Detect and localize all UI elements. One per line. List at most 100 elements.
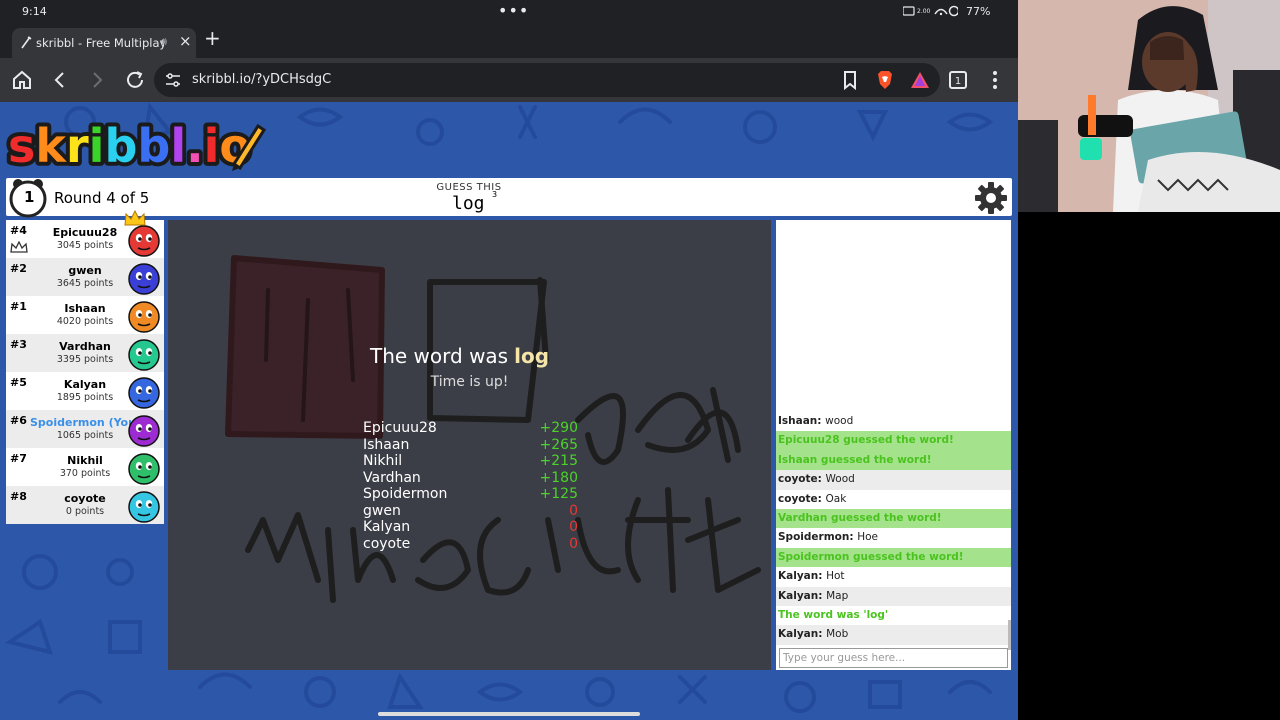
player-avatar bbox=[128, 263, 160, 295]
gesture-home-bar[interactable] bbox=[378, 712, 640, 716]
player-list: #4 Epicuuu28 3045 points #2 gwen 3645 points #… bbox=[6, 210, 164, 524]
chat-author: Ishaan bbox=[778, 415, 818, 427]
chat-text: Wood bbox=[825, 473, 855, 486]
new-tab-icon[interactable]: + bbox=[204, 26, 221, 50]
chat-message: Spoidermon guessed the word! bbox=[776, 547, 1011, 568]
close-tab-icon[interactable]: × bbox=[179, 32, 192, 50]
status-time: 9:14 bbox=[22, 5, 47, 18]
player-card[interactable]: #1 Ishaan 4020 points bbox=[6, 296, 164, 334]
player-rank: #6 bbox=[10, 414, 27, 427]
chat-text: The word was 'log' bbox=[778, 609, 889, 621]
round-end-overlay: The word was log Time is up! Epicuuu28 +29… bbox=[168, 220, 771, 670]
game-top-bar: 1 Round 4 of 5 GUESS THIS log 3 bbox=[6, 178, 1012, 218]
browser-toolbar: skribbl.io/?yDCHsdgC 1 bbox=[0, 58, 1018, 102]
player-name: Kalyan bbox=[63, 378, 107, 391]
tab-switcher-icon[interactable]: 1 bbox=[946, 68, 970, 92]
result-row: Ishaan +265 bbox=[363, 437, 578, 454]
address-bar[interactable]: skribbl.io/?yDCHsdgC bbox=[154, 63, 940, 97]
player-card[interactable]: #3 Vardhan 3395 points bbox=[6, 334, 164, 372]
browser-tab[interactable]: skribbl - Free Multiplayer 🔊︎ × bbox=[12, 28, 196, 58]
result-name: Kalyan bbox=[363, 519, 411, 535]
player-card[interactable]: #6 Spoidermon (You) 1065 points bbox=[6, 410, 164, 448]
guess-input[interactable]: Type your guess here... bbox=[779, 648, 1008, 668]
player-card[interactable]: #8 coyote 0 points bbox=[6, 486, 164, 524]
settings-gear-icon[interactable] bbox=[974, 181, 1008, 215]
result-row: coyote 0 bbox=[363, 536, 578, 553]
result-row: Spoidermon +125 bbox=[363, 486, 578, 503]
result-name: Vardhan bbox=[363, 469, 421, 486]
player-name: gwen bbox=[68, 264, 102, 277]
tablet-screen: 9:14 ••• 2.00 77% skribbl - Free Multipl… bbox=[0, 0, 1018, 720]
chat-panel: Ishaan: wood Epicuuu28 guessed the word! I… bbox=[776, 220, 1011, 670]
player-rank: #7 bbox=[10, 452, 27, 465]
chat-colon: : bbox=[818, 589, 827, 602]
result-row: gwen 0 bbox=[363, 503, 578, 520]
chat-message: The word was 'log' bbox=[776, 606, 1011, 626]
player-rank: #1 bbox=[10, 300, 27, 313]
bookmark-icon[interactable] bbox=[838, 68, 862, 92]
chat-message: Ishaan: wood bbox=[776, 412, 1011, 431]
brave-rewards-icon[interactable] bbox=[908, 68, 932, 92]
skribbl-page: skribbl.io skribbl.io 1 Round 4 of 5 GUE… bbox=[0, 102, 1018, 720]
player-points: 1895 points bbox=[56, 392, 114, 403]
site-settings-icon[interactable] bbox=[164, 71, 182, 89]
forward-icon[interactable] bbox=[85, 68, 109, 92]
chat-text: Epicuuu28 guessed the word! bbox=[778, 434, 954, 447]
player-points: 3395 points bbox=[56, 354, 114, 365]
word-hint: log bbox=[452, 193, 485, 214]
chat-text: Vardhan guessed the word! bbox=[778, 512, 942, 524]
system-icons: 2.00 bbox=[903, 5, 958, 17]
reload-icon[interactable] bbox=[123, 68, 147, 92]
result-name: Epicuuu28 bbox=[363, 420, 437, 436]
chat-text: Oak bbox=[825, 492, 847, 505]
result-score: +265 bbox=[539, 436, 578, 453]
menu-icon[interactable] bbox=[983, 68, 1007, 92]
player-avatar bbox=[128, 415, 160, 447]
home-icon[interactable] bbox=[10, 68, 34, 92]
brave-shield-icon[interactable] bbox=[873, 68, 897, 92]
player-avatar bbox=[128, 339, 160, 371]
player-card[interactable]: #5 Kalyan 1895 points bbox=[6, 372, 164, 410]
svg-text:skribbl.io: skribbl.io bbox=[8, 119, 251, 172]
player-card[interactable]: #7 Nikhil 370 points bbox=[6, 448, 164, 486]
hint-label: GUESS THIS bbox=[436, 182, 502, 193]
player-name: Vardhan bbox=[59, 340, 111, 353]
more-dots-icon[interactable]: ••• bbox=[498, 1, 529, 20]
chat-text: Hoe bbox=[857, 531, 878, 544]
round-end-subtitle: Time is up! bbox=[430, 374, 509, 390]
result-score: 0 bbox=[569, 519, 578, 535]
player-avatar bbox=[128, 377, 160, 409]
chat-scrollbar[interactable] bbox=[1008, 620, 1011, 650]
chat-colon: : bbox=[818, 570, 827, 583]
chat-message: Epicuuu28 guessed the word! bbox=[776, 431, 1011, 451]
chat-text: Ishaan guessed the word! bbox=[778, 453, 932, 466]
player-avatar bbox=[128, 453, 160, 485]
player-rank: #8 bbox=[10, 490, 27, 503]
result-score: +180 bbox=[539, 469, 578, 486]
url-text: skribbl.io/?yDCHsdgC bbox=[192, 72, 332, 87]
result-name: coyote bbox=[363, 535, 411, 552]
player-rank: #2 bbox=[10, 262, 27, 275]
tab-title: skribbl - Free Multiplayer bbox=[36, 36, 164, 50]
player-avatar bbox=[128, 301, 160, 333]
skribbl-favicon-icon bbox=[21, 36, 32, 49]
chat-text: wood bbox=[825, 415, 854, 427]
speaker-icon[interactable]: 🔊︎ bbox=[160, 35, 167, 49]
chat-text: Spoidermon guessed the word! bbox=[778, 550, 964, 563]
chat-author: coyote bbox=[778, 492, 818, 505]
result-score: 0 bbox=[569, 502, 578, 519]
player-rank: #5 bbox=[10, 376, 27, 389]
chat-colon: : bbox=[817, 473, 826, 486]
skribbl-logo: skribbl.io skribbl.io bbox=[6, 116, 266, 172]
result-score: 0 bbox=[569, 535, 578, 552]
player-avatar bbox=[128, 491, 160, 523]
chat-colon: : bbox=[817, 415, 826, 427]
result-score: +290 bbox=[539, 420, 578, 436]
chat-author: Kalyan bbox=[778, 570, 819, 583]
round-results: Epicuuu28 +290 Ishaan +265 Nikhil +215 Vardhan… bbox=[363, 420, 578, 552]
player-card[interactable]: #2 gwen 3645 points bbox=[6, 258, 164, 296]
player-card[interactable]: #4 Epicuuu28 3045 points bbox=[6, 210, 164, 258]
result-name: gwen bbox=[363, 502, 401, 519]
drawing-canvas[interactable]: The word was log Time is up! Epicuuu28 +29… bbox=[168, 220, 771, 670]
back-icon[interactable] bbox=[48, 68, 72, 92]
